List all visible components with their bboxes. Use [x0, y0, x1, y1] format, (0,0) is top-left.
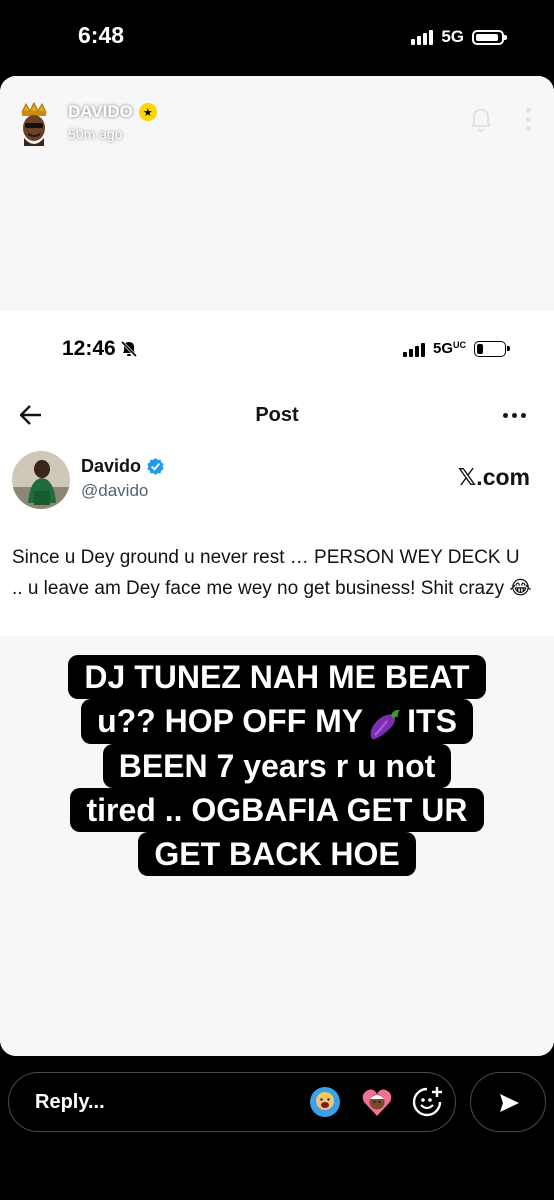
story-header-area: DAVIDO ★ 50m ago [0, 76, 554, 311]
tweet-author: Davido @davido 𝕏.com [0, 446, 554, 516]
caption-line: GET BACK HOE [138, 831, 416, 876]
sticker-add-icon[interactable] [411, 1086, 443, 1118]
tweet-body: Since u Dey ground u never rest … PERSON… [12, 547, 532, 599]
battery-icon [472, 29, 507, 45]
author-name[interactable]: Davido [81, 456, 165, 477]
screenshot-network-label: 5GUC [432, 340, 466, 357]
send-button[interactable] [470, 1072, 546, 1132]
screenshot-status-bar: 12:46 5GUC [0, 311, 554, 391]
caption-line: BEEN 7 years r u not [102, 743, 452, 788]
bell-muted-icon [120, 340, 137, 358]
screenshot-clock: 12:46 [62, 337, 138, 361]
story-more-icon[interactable] [526, 108, 532, 135]
story-username[interactable]: DAVIDO ★ [68, 102, 157, 122]
post-more-icon[interactable] [503, 413, 526, 418]
reply-input[interactable]: Reply... [8, 1072, 456, 1132]
signal-icon [411, 29, 434, 45]
caption-line: DJ TUNEZ NAH ME BEAT [68, 655, 486, 699]
author-avatar[interactable] [12, 451, 70, 509]
bell-icon[interactable] [468, 106, 494, 134]
verified-badge-icon [147, 457, 164, 476]
send-icon [500, 1094, 519, 1112]
reply-placeholder: Reply... [35, 1091, 105, 1113]
story-caption: DJ TUNEZ NAH ME BEAT u?? HOP OFF MY ITS … [0, 655, 554, 876]
post-header-bar: Post [0, 391, 554, 441]
os-status-icons: 5G [411, 27, 507, 47]
eggplant-emoji-icon [370, 709, 401, 739]
post-title: Post [255, 404, 299, 426]
story-timestamp: 50m ago [68, 126, 123, 142]
battery-icon [474, 340, 510, 357]
signal-icon [402, 341, 425, 357]
network-label: 5G [441, 27, 464, 46]
os-status-bar: 6:48 5G [0, 0, 554, 76]
bitmoji-king-avatar-icon[interactable] [16, 102, 52, 146]
reply-bar: Reply... [0, 1056, 554, 1200]
story-card[interactable]: DAVIDO ★ 50m ago 12:46 5GUC Post Davido … [0, 76, 554, 1056]
caption-line: u?? HOP OFF MY ITS [81, 699, 473, 744]
caption-line: tired .. OGBAFIA GET UR [70, 787, 484, 832]
bitmoji-heart-icon[interactable] [361, 1086, 393, 1118]
star-badge-icon: ★ [138, 103, 157, 121]
x-watermark: 𝕏.com [457, 464, 530, 490]
os-clock: 6:48 [78, 22, 125, 48]
author-handle[interactable]: @davido [81, 481, 148, 501]
screenshot-status-icons: 5GUC [402, 340, 510, 357]
bitmoji-cheer-icon[interactable] [309, 1086, 341, 1118]
